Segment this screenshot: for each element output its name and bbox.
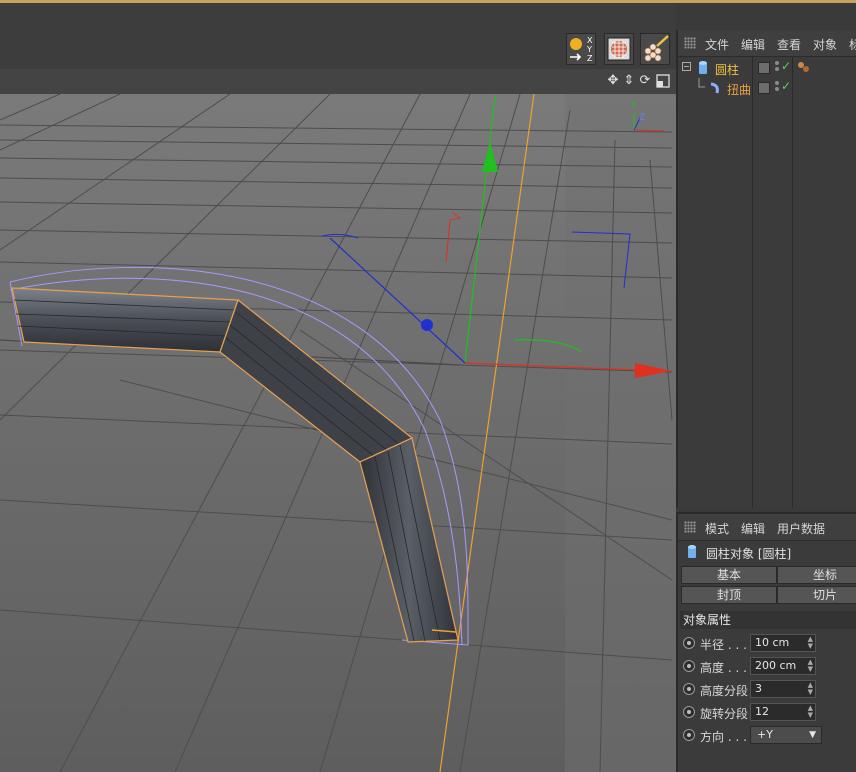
enabled-check-icon[interactable]: ✓ — [781, 59, 791, 73]
layer-tag-cell[interactable] — [758, 62, 770, 74]
maximize-view-icon[interactable] — [656, 74, 670, 88]
move-view-icon[interactable]: ✥ — [606, 74, 620, 88]
param-value: 12 — [755, 705, 769, 718]
object-name-cylinder[interactable]: 圆柱 — [715, 61, 739, 78]
material-tag-icon[interactable] — [796, 60, 812, 76]
object-title: 圆柱对象 [圆柱] — [706, 547, 792, 561]
param-value: 10 cm — [755, 636, 790, 649]
menu-tags[interactable]: 标 — [849, 36, 856, 53]
tab-coordinates[interactable]: 坐标 — [777, 566, 856, 584]
object-manager-panel: 文件 编辑 查看 对象 标 圆柱 ✓ 扭曲 ✓ — [676, 30, 856, 508]
enabled-check-icon[interactable]: ✓ — [781, 79, 791, 93]
section-object-properties: 对象属性 — [680, 611, 856, 629]
viewport-scene: Y Z — [0, 94, 676, 772]
spin-arrows-icon[interactable]: ▲ ▼ — [808, 636, 813, 650]
dolly-view-icon[interactable]: ⇕ — [622, 74, 636, 88]
param-radius: 半径 . . . 10 cm ▲ ▼ — [678, 633, 856, 655]
radius-field[interactable]: 10 cm ▲ ▼ — [750, 634, 816, 652]
menu-file[interactable]: 文件 — [705, 36, 729, 53]
visibility-dots[interactable] — [775, 61, 780, 73]
menu-user-data[interactable]: 用户数据 — [777, 520, 825, 537]
perspective-viewport[interactable]: Y Z — [0, 94, 676, 772]
param-height-segments: 高度分段 3 ▲ ▼ — [678, 679, 856, 701]
chevron-down-icon: ▼ — [809, 730, 816, 740]
attribute-manager-panel: 模式 编辑 用户数据 圆柱对象 [圆柱] 基本 坐标 封顶 切片 对象属性 半径… — [676, 512, 856, 772]
panel-grip-icon[interactable] — [684, 521, 696, 533]
param-label: 旋转分段 — [700, 707, 749, 721]
tab-slice[interactable]: 切片 — [777, 586, 856, 604]
main-toolbar: X Y Z — [0, 3, 676, 69]
object-row-bend[interactable]: 扭曲 ✓ — [678, 78, 856, 98]
panel-grip-icon[interactable] — [684, 37, 696, 49]
menu-edit[interactable]: 编辑 — [741, 520, 765, 537]
object-row-cylinder[interactable]: 圆柱 ✓ — [678, 58, 856, 78]
rotate-view-icon[interactable]: ⟳ — [638, 74, 652, 88]
gizmo-label-z: Z — [639, 113, 645, 123]
tab-caps[interactable]: 封顶 — [681, 586, 777, 604]
param-label: 方向 . . . — [700, 730, 747, 744]
tree-collapse-icon[interactable] — [682, 62, 694, 74]
spin-arrows-icon[interactable]: ▲ ▼ — [808, 705, 813, 719]
param-value: 3 — [755, 682, 762, 695]
tab-basic[interactable]: 基本 — [681, 566, 777, 584]
spin-arrows-icon[interactable]: ▲ ▼ — [808, 682, 813, 696]
layer-tag-cell[interactable] — [758, 82, 770, 94]
object-manager-menubar: 文件 编辑 查看 对象 标 — [678, 30, 856, 57]
param-label: 半径 . . . — [700, 638, 747, 652]
dropdown-value: +Y — [757, 728, 773, 741]
height-field[interactable]: 200 cm ▲ ▼ — [750, 657, 816, 675]
animate-radio[interactable] — [683, 729, 695, 741]
animate-radio[interactable] — [683, 660, 695, 672]
param-height: 高度 . . . 200 cm ▲ ▼ — [678, 656, 856, 678]
animate-radio[interactable] — [683, 683, 695, 695]
axis-xyz-icon: X Y Z — [570, 36, 593, 63]
checker-render-icon — [607, 37, 631, 61]
visibility-dots[interactable] — [775, 81, 780, 93]
paint-brush-icon — [644, 35, 669, 62]
param-rotation-segments: 旋转分段 12 ▲ ▼ — [678, 702, 856, 724]
animate-radio[interactable] — [683, 637, 695, 649]
axis-letter-x: X — [587, 36, 593, 45]
axis-letter-z: Z — [587, 54, 593, 63]
param-orientation: 方向 . . . +Y ▼ — [678, 725, 856, 747]
paint-brush-button[interactable] — [640, 33, 670, 65]
attribute-manager-menubar: 模式 编辑 用户数据 — [678, 514, 856, 541]
checker-render-button[interactable] — [604, 33, 634, 65]
rotation-segments-field[interactable]: 12 ▲ ▼ — [750, 703, 816, 721]
param-label: 高度 . . . — [700, 661, 747, 675]
object-name-bend[interactable]: 扭曲 — [727, 81, 751, 98]
gizmo-label-y: Y — [630, 101, 637, 111]
menu-view[interactable]: 查看 — [777, 36, 801, 53]
cylinder-icon — [699, 61, 707, 74]
menu-objects[interactable]: 对象 — [813, 36, 837, 53]
axis-xyz-button[interactable]: X Y Z — [566, 33, 596, 65]
spin-arrows-icon[interactable]: ▲ ▼ — [808, 659, 813, 673]
menu-mode[interactable]: 模式 — [705, 520, 729, 537]
menu-edit[interactable]: 编辑 — [741, 36, 765, 53]
height-segments-field[interactable]: 3 ▲ ▼ — [750, 680, 816, 698]
param-value: 200 cm — [755, 659, 797, 672]
bend-deformer-icon — [710, 82, 719, 94]
viewport-header: ✥ ⇕ ⟳ — [0, 69, 676, 95]
tree-branch-line — [698, 78, 705, 88]
axis-letter-y: Y — [586, 45, 592, 54]
orientation-dropdown[interactable]: +Y ▼ — [750, 726, 822, 744]
param-label: 高度分段 — [700, 684, 749, 698]
animate-radio[interactable] — [683, 706, 695, 718]
cylinder-icon — [688, 545, 696, 558]
